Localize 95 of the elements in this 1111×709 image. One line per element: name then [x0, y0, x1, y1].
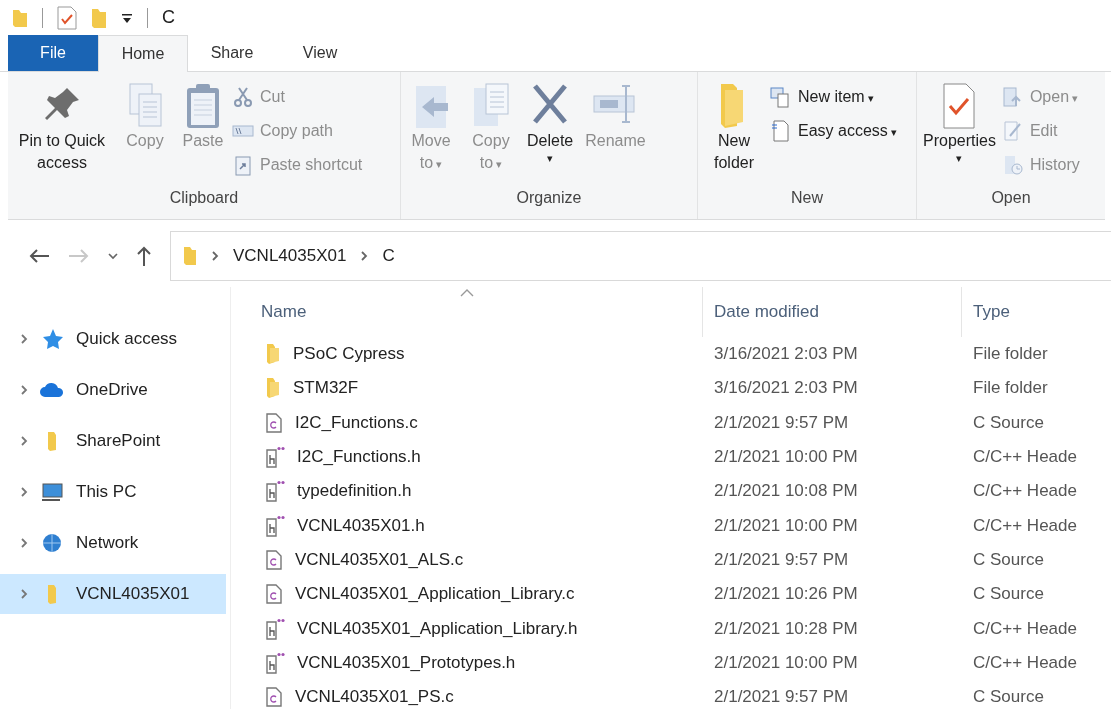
- back-icon[interactable]: [28, 248, 50, 264]
- type-cell-text: C Source: [972, 584, 1045, 605]
- scissors-icon: [232, 86, 254, 108]
- file-name[interactable]: VCNL4035X01_PS.c: [295, 687, 454, 708]
- group-label: Clipboard: [168, 189, 240, 208]
- header-file-icon: [265, 446, 285, 469]
- file-name[interactable]: VCNL4035X01.h: [297, 515, 425, 536]
- date-cell-text: 2/1/2021 10:00 PM: [713, 515, 859, 536]
- header-file-icon: [265, 617, 285, 640]
- type-cell-text: C/C++ Heade: [972, 652, 1078, 673]
- breadcrumb[interactable]: C: [382, 246, 395, 266]
- ribbon-button[interactable]: Delete ▾: [521, 80, 580, 165]
- group-label: Open: [990, 189, 1032, 208]
- folder-icon: [47, 430, 57, 452]
- header-file-icon: [265, 514, 285, 537]
- sidebar-item[interactable]: Network: [0, 523, 226, 563]
- c-file-icon: [265, 584, 283, 605]
- new-item-icon: [770, 86, 792, 108]
- file-name[interactable]: I2C_Functions.h: [297, 447, 421, 468]
- date-cell-text: 3/16/2021 2:03 PM: [713, 344, 859, 365]
- folder-icon: [12, 7, 28, 28]
- file-name[interactable]: I2C_Functions.c: [295, 412, 418, 433]
- column-header[interactable]: Type: [962, 287, 1111, 337]
- chevron-down-icon[interactable]: [108, 252, 118, 260]
- properties-icon[interactable]: [57, 5, 77, 30]
- chevron-right-icon[interactable]: [20, 588, 28, 600]
- column-header[interactable]: Date modified: [703, 287, 962, 337]
- type-cell-text: File folder: [972, 378, 1049, 399]
- ribbon-button[interactable]: Pin to Quick access: [8, 80, 116, 174]
- chevron-right-icon[interactable]: [20, 384, 28, 396]
- sidebar-item[interactable]: This PC: [0, 472, 226, 512]
- chevron-right-icon[interactable]: [20, 435, 28, 447]
- chevron-right-icon[interactable]: [20, 537, 28, 549]
- file-name[interactable]: VCNL4035X01_Application_Library.c: [295, 584, 575, 605]
- date-cell-text: 2/1/2021 9:57 PM: [713, 549, 850, 570]
- date-cell-text: 2/1/2021 10:26 PM: [713, 584, 859, 605]
- type-cell-text: C/C++ Heade: [972, 447, 1078, 468]
- date-cell-text: 2/1/2021 10:08 PM: [713, 481, 859, 502]
- ribbon-tab[interactable]: File: [8, 35, 98, 71]
- type-cell-text: File folder: [972, 344, 1049, 365]
- window-title: C: [162, 7, 175, 28]
- ribbon-button[interactable]: Easy access ▾: [770, 118, 897, 144]
- date-cell-text: 2/1/2021 9:57 PM: [713, 412, 850, 433]
- chevron-right-icon[interactable]: [20, 333, 28, 345]
- folder-icon: [47, 583, 57, 605]
- header-file-icon: [265, 480, 285, 503]
- type-cell-text: C/C++ Heade: [972, 481, 1078, 502]
- paste-shortcut-icon: [232, 154, 254, 176]
- type-cell-text: C Source: [972, 412, 1045, 433]
- file-name[interactable]: VCNL4035X01_ALS.c: [295, 549, 464, 570]
- sidebar-item[interactable]: OneDrive: [0, 370, 226, 410]
- sort-ascending-icon: [459, 289, 474, 297]
- date-cell-text: 2/1/2021 10:00 PM: [713, 447, 859, 468]
- ribbon-tab[interactable]: View: [276, 35, 364, 71]
- type-cell-text: C/C++ Heade: [972, 618, 1078, 639]
- date-cell-text: 3/16/2021 2:03 PM: [713, 378, 859, 399]
- folder-icon: [265, 343, 281, 366]
- date-cell-text: 2/1/2021 9:57 PM: [713, 687, 850, 708]
- group-label: New: [790, 189, 824, 208]
- folder-icon: [183, 246, 197, 266]
- date-cell-text: 2/1/2021 10:28 PM: [713, 618, 859, 639]
- sidebar-item[interactable]: Quick access: [0, 319, 226, 359]
- sidebar-item[interactable]: SharePoint: [0, 421, 226, 461]
- header-file-icon: [265, 651, 285, 674]
- ribbon-button[interactable]: New item ▾: [770, 84, 897, 110]
- type-cell-text: C Source: [972, 687, 1045, 708]
- chevron-right-icon[interactable]: [211, 250, 219, 262]
- file-name[interactable]: typedefinition.h: [297, 481, 412, 502]
- ribbon-tab[interactable]: Home: [98, 35, 188, 72]
- edit-icon: [1001, 120, 1024, 142]
- type-cell-text: C/C++ Heade: [972, 515, 1078, 536]
- computer-icon: [40, 481, 64, 503]
- chevron-right-icon[interactable]: [20, 486, 28, 498]
- file-name[interactable]: VCNL4035X01_Application_Library.h: [297, 618, 578, 639]
- group-label: Organize: [515, 189, 583, 208]
- address-bar[interactable]: VCNL4035X01 C: [170, 231, 1111, 281]
- up-icon[interactable]: [136, 245, 152, 267]
- date-cell-text: 2/1/2021 10:00 PM: [713, 652, 859, 673]
- ribbon-button[interactable]: Properties ▾: [917, 80, 1002, 165]
- type-cell-text: C Source: [972, 549, 1045, 570]
- chevron-right-icon[interactable]: [360, 250, 369, 262]
- file-name[interactable]: VCNL4035X01_Prototypes.h: [297, 652, 516, 673]
- ribbon-tab[interactable]: Share: [188, 35, 276, 71]
- globe-icon: [40, 532, 64, 554]
- c-file-icon: [265, 412, 283, 433]
- breadcrumb[interactable]: VCNL4035X01: [233, 246, 347, 266]
- file-name[interactable]: STM32F: [293, 378, 359, 399]
- folder-icon: [265, 377, 281, 400]
- file-name[interactable]: PSoC Cypress: [293, 344, 405, 365]
- customize-toolbar-icon[interactable]: [121, 11, 133, 24]
- ribbon-button[interactable]: New folder: [698, 80, 770, 174]
- column-header[interactable]: Name: [231, 287, 703, 337]
- sidebar-item[interactable]: VCNL4035X01: [0, 574, 226, 614]
- document-icon: [770, 120, 792, 142]
- c-file-icon: [265, 549, 283, 570]
